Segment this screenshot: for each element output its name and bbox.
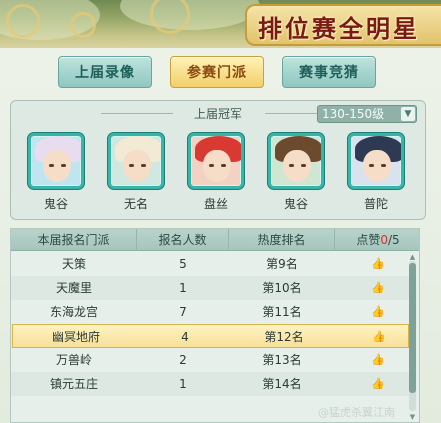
champion-portrait[interactable] (188, 133, 244, 189)
rank-cell: 第12名 (264, 330, 304, 344)
portrait-eye (129, 164, 134, 167)
table-header: 本届报名门派 报名人数 热度排名 点赞0/5 (11, 229, 419, 251)
portrait-eye (369, 164, 374, 167)
champion-name: 普陀 (363, 197, 388, 211)
tab-last-replay[interactable]: 上届录像 (58, 56, 152, 88)
rank-cell: 第14名 (262, 377, 302, 391)
count-cell: 7 (179, 305, 187, 319)
sect-cell: 东海龙宫 (49, 305, 98, 319)
portrait-eye (209, 164, 214, 167)
portrait-eye (61, 164, 66, 167)
scrollbar-thumb[interactable] (409, 263, 416, 393)
cloud-decoration (120, 0, 260, 30)
portrait-eye (289, 164, 294, 167)
count-cell: 5 (179, 257, 187, 271)
table-row-highlighted[interactable]: 幽冥地府 4 第12名 👍 (12, 324, 409, 348)
portrait-eye (381, 164, 386, 167)
sect-cell: 天魔里 (55, 281, 92, 295)
count-cell: 2 (179, 353, 187, 367)
sect-cell: 天策 (61, 257, 86, 271)
champion-card[interactable]: 普陀 (345, 133, 407, 212)
count-cell: 4 (181, 330, 189, 344)
likes-total: /5 (387, 233, 400, 247)
table-row[interactable]: 东海龙宫 7 第11名 👍 (11, 300, 409, 324)
thumbs-up-icon[interactable]: 👍 (371, 281, 385, 294)
likes-label: 点赞 (356, 233, 381, 247)
portrait-eye (141, 164, 146, 167)
thumbs-up-icon[interactable]: 👍 (372, 330, 386, 343)
count-cell: 1 (179, 377, 187, 391)
portrait-eye (221, 164, 226, 167)
champion-card[interactable]: 盘丝 (185, 133, 247, 212)
level-dropdown-value: 130-150级 (322, 107, 385, 121)
count-cell: 1 (179, 281, 187, 295)
level-dropdown[interactable]: 130-150级 ▼ (317, 105, 417, 123)
portrait-face (43, 150, 71, 182)
column-header-rank: 热度排名 (229, 229, 335, 251)
champion-portrait[interactable] (28, 133, 84, 189)
portrait-face (283, 150, 311, 182)
scroll-down-arrow-icon[interactable]: ▼ (408, 413, 417, 421)
thumbs-up-icon[interactable]: 👍 (371, 353, 385, 366)
chevron-down-icon[interactable]: ▼ (401, 107, 415, 121)
tab-participating-sects[interactable]: 参赛门派 (170, 56, 264, 88)
table-row[interactable]: 万兽岭 2 第13名 👍 (11, 348, 409, 372)
champion-name: 鬼谷 (283, 197, 308, 211)
champion-name: 鬼谷 (43, 197, 68, 211)
top-banner: 排位赛全明星 (0, 0, 441, 48)
tab-match-betting[interactable]: 赛事竞猜 (282, 56, 376, 88)
champion-card[interactable]: 无名 (105, 133, 167, 212)
portrait-face (363, 150, 391, 182)
champion-name: 盘丝 (203, 197, 228, 211)
swirl-decoration (6, 4, 40, 38)
champion-card[interactable]: 鬼谷 (25, 133, 87, 212)
column-header-sect: 本届报名门派 (11, 229, 137, 251)
sect-cell: 镇元五庄 (49, 377, 98, 391)
column-header-count: 报名人数 (137, 229, 229, 251)
champion-name: 无名 (123, 197, 148, 211)
portrait-face (123, 150, 151, 182)
sect-cell: 幽冥地府 (51, 330, 100, 344)
column-header-likes: 点赞0/5 (335, 229, 419, 251)
rank-cell: 第10名 (262, 281, 302, 295)
portrait-face (203, 150, 231, 182)
rank-cell: 第11名 (262, 305, 302, 319)
thumbs-up-icon[interactable]: 👍 (371, 377, 385, 390)
watermark-text: @猛虎杀翼江南 (318, 406, 395, 419)
rank-cell: 第9名 (266, 257, 298, 271)
last-champions-panel: 上届冠军 130-150级 ▼ 鬼谷 无名 盘丝 鬼谷 普陀 (10, 100, 426, 220)
rank-cell: 第13名 (262, 353, 302, 367)
thumbs-up-icon[interactable]: 👍 (371, 257, 385, 270)
banner-title: 排位赛全明星 (258, 14, 420, 43)
sect-ranking-window: 排位赛全明星 上届录像 参赛门派 赛事竞猜 上届冠军 130-150级 ▼ 鬼谷 (0, 0, 441, 423)
champion-portrait[interactable] (268, 133, 324, 189)
scroll-up-arrow-icon[interactable]: ▲ (408, 253, 417, 261)
table-row[interactable]: 天魔里 1 第10名 👍 (11, 276, 409, 300)
swirl-decoration (70, 12, 96, 38)
champion-portrait[interactable] (348, 133, 404, 189)
table-row[interactable]: 镇元五庄 1 第14名 👍 (11, 372, 409, 396)
thumbs-up-icon[interactable]: 👍 (371, 305, 385, 318)
champion-portrait[interactable] (108, 133, 164, 189)
sect-table: 本届报名门派 报名人数 热度排名 点赞0/5 天策 5 第9名 👍 天魔里 1 … (10, 228, 420, 423)
portrait-eye (49, 164, 54, 167)
champion-card[interactable]: 鬼谷 (265, 133, 327, 212)
table-scrollbar[interactable] (409, 261, 416, 411)
portrait-eye (301, 164, 306, 167)
table-row[interactable]: 天策 5 第9名 👍 (11, 252, 409, 276)
likes-used: 0 (380, 233, 388, 247)
sect-cell: 万兽岭 (55, 353, 92, 367)
